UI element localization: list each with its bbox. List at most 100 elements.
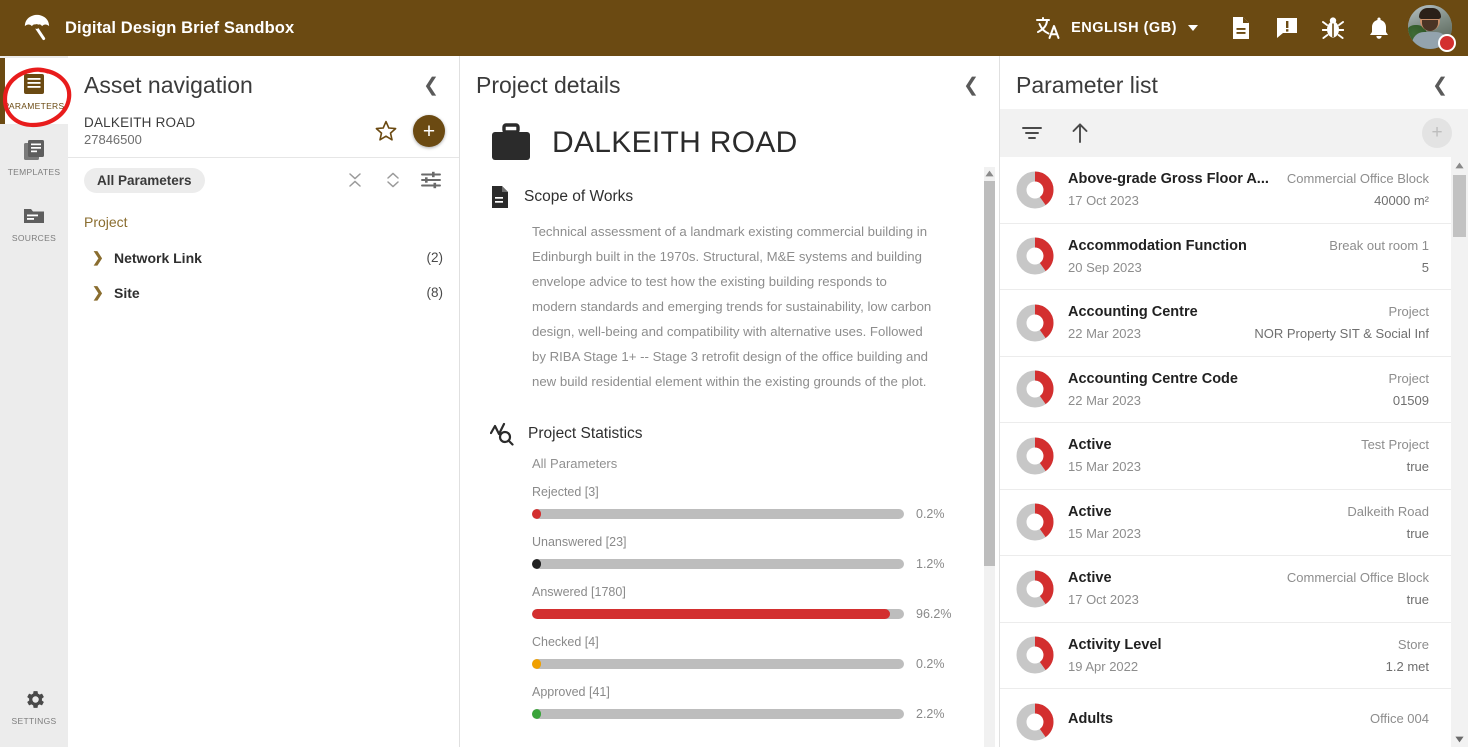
asset-names: DALKEITH ROAD 27846500 [84, 115, 373, 147]
parameter-name: Accounting Centre [1068, 304, 1198, 321]
parameter-row[interactable]: Active Commercial Office Block 17 Oct 2023… [1000, 556, 1451, 623]
statistic-label: Approved [41] [532, 685, 610, 699]
rail-label-settings: SETTINGS [11, 715, 57, 726]
collapse-all-button[interactable] [341, 166, 369, 194]
sort-ascending-icon [1072, 123, 1088, 143]
favourite-button[interactable] [373, 118, 399, 144]
top-bar-actions: ENGLISH (GB) [1028, 5, 1456, 52]
statistic-item: Checked [4] 0.2% [490, 635, 959, 671]
star-outline-icon [375, 120, 397, 141]
statistics-bars: Rejected [3] 0.2% Unanswered [23] 1.2% Answe… [490, 485, 959, 721]
collapse-parameter-list-button[interactable]: ❮ [1428, 74, 1452, 97]
project-details-header: Project details ❮ [460, 56, 999, 109]
scroll-up-button[interactable] [1451, 157, 1468, 173]
parameter-row[interactable]: Above-grade Gross Floor A... Commercial O… [1000, 157, 1451, 224]
scroll-down-arrow-icon [1455, 736, 1464, 742]
parameter-date: 19 Apr 2022 [1068, 658, 1139, 674]
parameter-row-content: Active Commercial Office Block 17 Oct 2023… [1068, 570, 1429, 607]
parameter-row-top-line: Active Commercial Office Block [1068, 570, 1429, 586]
document-icon [492, 186, 508, 208]
scroll-down-button[interactable] [1451, 731, 1468, 747]
all-parameters-chip[interactable]: All Parameters [84, 167, 205, 193]
parameter-row-content: Accounting Centre Code Project 22 Mar 2023… [1068, 371, 1429, 408]
statistic-percentage: 96.2% [916, 607, 952, 621]
tree-node-count: (8) [426, 285, 444, 300]
filter-icon [1022, 127, 1042, 139]
collapse-asset-nav-button[interactable]: ❮ [419, 74, 443, 97]
notifications-icon-button[interactable] [1356, 5, 1402, 51]
parameter-context: Store [1397, 636, 1429, 652]
briefcase-icon [492, 123, 530, 160]
project-details-scroll-thumb[interactable] [984, 181, 995, 566]
translate-icon [1036, 17, 1060, 39]
statistic-bar-fill [532, 609, 890, 619]
add-parameter-button[interactable]: + [1422, 118, 1452, 148]
parameter-context: Commercial Office Block [1286, 570, 1429, 586]
parameter-list-scrollbar[interactable] [1451, 157, 1468, 747]
filter-button[interactable] [1018, 119, 1046, 147]
donut-progress-icon [1016, 437, 1054, 475]
tune-filter-button[interactable] [417, 166, 445, 194]
rail-item-settings[interactable]: SETTINGS [0, 673, 68, 739]
parameter-row-bottom-line: 19 Apr 2022 1.2 met [1068, 659, 1429, 674]
parameter-row-top-line: Accommodation Function Break out room 1 [1068, 238, 1429, 254]
parameter-row-content: Active Test Project 15 Mar 2023 true [1068, 437, 1429, 474]
statistic-bar-track [532, 609, 904, 619]
statistic-percentage: 1.2% [916, 557, 945, 571]
expand-all-button[interactable] [379, 166, 407, 194]
chevron-down-icon [1188, 25, 1198, 31]
rail-item-parameters[interactable]: PARAMETERS [0, 58, 68, 124]
statistic-percentage: 2.2% [916, 707, 945, 721]
parameter-row-bottom-line: 17 Oct 2023 40000 m² [1068, 193, 1429, 208]
parameter-row-bottom-line: 22 Mar 2023 NOR Property SIT & Social Inf [1068, 326, 1429, 341]
parameter-row[interactable]: Active Test Project 15 Mar 2023 true [1000, 423, 1451, 490]
tree-node-count: (2) [426, 250, 444, 265]
feedback-icon-button[interactable] [1264, 5, 1310, 51]
statistic-item: Rejected [3] 0.2% [490, 485, 959, 521]
add-asset-button[interactable]: + [413, 115, 445, 147]
bug-icon-button[interactable] [1310, 5, 1356, 51]
document-icon-button[interactable] [1218, 5, 1264, 51]
top-bar: Digital Design Brief Sandbox ENGLISH (GB… [0, 0, 1468, 56]
rail-item-templates[interactable]: TEMPLATES [0, 124, 68, 190]
statistic-bar-row: 2.2% [532, 707, 959, 721]
donut-progress-icon [1016, 304, 1054, 342]
parameter-row-bottom-line: 17 Oct 2023 true [1068, 592, 1429, 607]
parameter-row[interactable]: Adults Office 004 [1000, 689, 1451, 747]
parameter-list-body: Above-grade Gross Floor A... Commercial O… [1000, 157, 1468, 747]
parameter-row[interactable]: Activity Level Store 19 Apr 2022 1.2 met [1000, 622, 1451, 689]
rail-item-sources[interactable]: SOURCES [0, 190, 68, 256]
rail-label-parameters: PARAMETERS [3, 101, 65, 111]
statistic-label: Answered [1780] [532, 585, 626, 599]
statistic-bar-track [532, 659, 904, 669]
parameters-icon [24, 74, 44, 94]
asset-tree: Project ❯ Network Link (2) ❯ Site (8) [68, 202, 459, 310]
parameter-list-scroll-thumb[interactable] [1453, 175, 1466, 237]
parameter-row[interactable]: Accommodation Function Break out room 1 20… [1000, 223, 1451, 290]
parameter-date: 17 Oct 2023 [1068, 193, 1139, 209]
tree-node-network-link[interactable]: ❯ Network Link (2) [68, 240, 459, 275]
statistic-bar-track [532, 709, 904, 719]
asset-navigation-panel: Asset navigation ❮ DALKEITH ROAD 2784650… [68, 56, 460, 747]
parameter-value: 1.2 met [1385, 658, 1429, 674]
avatar[interactable] [1408, 5, 1456, 52]
project-details-scrollbar[interactable] [984, 167, 995, 747]
donut-progress-icon [1016, 503, 1054, 541]
collapse-project-details-button[interactable]: ❮ [959, 74, 983, 97]
asset-name: DALKEITH ROAD [84, 115, 196, 130]
tree-root-label: Project [84, 214, 128, 230]
tree-node-site[interactable]: ❯ Site (8) [68, 275, 459, 310]
asset-header-row[interactable]: DALKEITH ROAD 27846500 + [68, 109, 459, 158]
parameter-row[interactable]: Accounting Centre Code Project 22 Mar 2023… [1000, 356, 1451, 423]
statistic-item: Unanswered [23] 1.2% [490, 535, 959, 571]
parameter-name: Active [1068, 503, 1112, 520]
donut-progress-icon [1016, 636, 1054, 674]
parameter-row[interactable]: Active Dalkeith Road 15 Mar 2023 true [1000, 489, 1451, 556]
sort-ascending-button[interactable] [1066, 119, 1094, 147]
asset-filter-row: All Parameters [68, 158, 459, 202]
parameter-row-content: Above-grade Gross Floor A... Commercial O… [1068, 171, 1429, 208]
sources-icon [24, 209, 44, 223]
language-selector[interactable]: ENGLISH (GB) [1028, 10, 1206, 46]
brand[interactable]: Digital Design Brief Sandbox [22, 14, 294, 42]
parameter-row[interactable]: Accounting Centre Project 22 Mar 2023 NOR P… [1000, 290, 1451, 357]
